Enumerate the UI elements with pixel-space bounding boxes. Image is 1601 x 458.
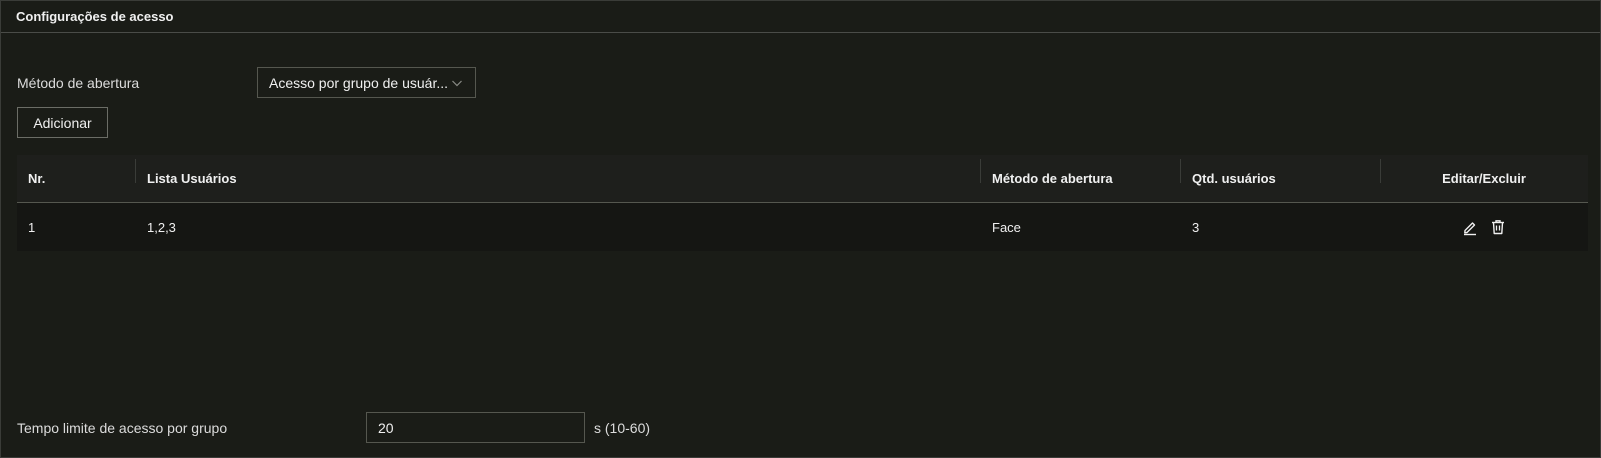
opening-method-label: Método de abertura [17,74,140,91]
header-opening-method: Método de abertura [980,159,1180,186]
table-row: 1 1,2,3 Face 3 [17,203,1588,251]
header-user-list-label: Lista Usuários [147,171,237,186]
cell-user-list: 1,2,3 [147,219,176,235]
cell-actions [1380,218,1588,236]
opening-method-select[interactable]: Acesso por grupo de usuár... [257,67,476,98]
group-timeout-label: Tempo limite de acesso por grupo [17,419,228,436]
cell-user-qty: 3 [1192,219,1200,235]
panel-title: Configurações de acesso [1,1,1600,33]
group-timeout-input[interactable] [366,412,585,443]
access-settings-panel: Configurações de acesso Método de abertu… [0,0,1601,458]
header-user-list: Lista Usuários [135,159,980,186]
header-edit-delete: Editar/Excluir [1380,159,1588,186]
trash-icon[interactable] [1489,218,1507,236]
header-opening-method-label: Método de abertura [992,171,1113,186]
header-nr: Nr. [28,171,46,186]
chevron-down-icon [451,76,463,88]
access-group-table: Nr. Lista Usuários Método de abertura Qt… [17,155,1588,251]
group-timeout-unit: s (10-60) [594,419,651,436]
pencil-icon[interactable] [1461,218,1479,236]
opening-method-row: Método de abertura [17,67,257,98]
add-button[interactable]: Adicionar [17,107,108,138]
cell-opening-method: Face [992,219,1021,235]
header-edit-delete-label: Editar/Excluir [1442,171,1526,186]
cell-nr: 1 [28,219,36,235]
group-timeout-row: Tempo limite de acesso por grupo [17,412,366,443]
header-user-qty-label: Qtd. usuários [1192,171,1276,186]
table-header: Nr. Lista Usuários Método de abertura Qt… [17,155,1588,203]
header-user-qty: Qtd. usuários [1180,159,1380,186]
opening-method-value: Acesso por grupo de usuár... [269,74,448,91]
